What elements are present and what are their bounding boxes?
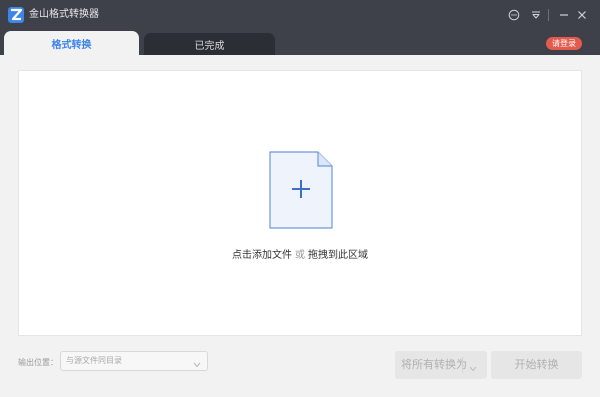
drop-hint-or: 或 bbox=[295, 250, 305, 261]
chevron-down-icon[interactable] bbox=[469, 362, 477, 375]
start-convert-button[interactable]: 开始转换 bbox=[491, 351, 582, 379]
tab-completed[interactable]: 已完成 bbox=[144, 33, 275, 55]
tab-format-convert[interactable]: 格式转换 bbox=[4, 31, 139, 55]
drop-hint: 点击添加文件或拖拽到此区域 bbox=[19, 246, 581, 261]
chevron-down-icon bbox=[193, 357, 201, 375]
convert-all-divider bbox=[462, 357, 463, 373]
convert-all-button[interactable]: 将所有转换为 bbox=[395, 351, 487, 379]
app-logo-icon bbox=[8, 7, 24, 23]
drop-hint-drag: 拖拽到此区域 bbox=[308, 250, 368, 261]
menu-icon[interactable] bbox=[529, 7, 543, 23]
feedback-icon[interactable] bbox=[507, 7, 521, 23]
output-location-label: 输出位置： bbox=[18, 358, 58, 367]
add-file-icon[interactable] bbox=[269, 151, 333, 233]
drop-hint-add: 点击添加文件 bbox=[232, 250, 292, 261]
title-bar: 金山格式转换器 格式转换 已完成 请登录 bbox=[0, 0, 600, 55]
login-button[interactable]: 请登录 bbox=[546, 37, 582, 50]
output-location-select[interactable]: 与源文件同目录 bbox=[60, 351, 208, 371]
convert-all-label: 将所有转换为 bbox=[401, 358, 467, 371]
output-location-value: 与源文件同目录 bbox=[66, 356, 122, 365]
app-title: 金山格式转换器 bbox=[29, 9, 99, 20]
file-drop-zone[interactable]: 点击添加文件或拖拽到此区域 bbox=[18, 70, 582, 336]
minimize-icon[interactable] bbox=[557, 7, 571, 23]
close-icon[interactable] bbox=[575, 7, 589, 23]
title-separator bbox=[548, 9, 549, 21]
